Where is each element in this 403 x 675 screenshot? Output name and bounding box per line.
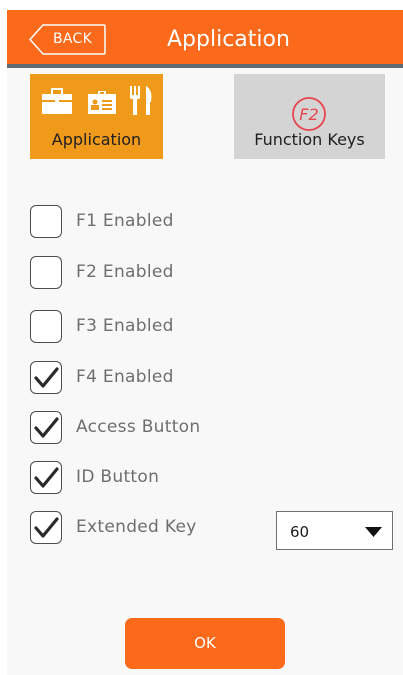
- option-f2-enabled[interactable]: F2 Enabled: [30, 256, 270, 290]
- f4-enabled-label: F4 Enabled: [76, 367, 174, 387]
- checkmark-icon: [34, 417, 59, 438]
- tab-application-label: Application: [51, 130, 142, 149]
- briefcase-icon: [42, 88, 72, 114]
- f2-enabled-label: F2 Enabled: [76, 262, 174, 282]
- tab-application-icons: [42, 86, 154, 116]
- option-f4-enabled[interactable]: F4 Enabled: [30, 361, 270, 395]
- f2-enabled-checkbox[interactable]: [30, 256, 62, 289]
- f3-enabled-label: F3 Enabled: [76, 316, 174, 336]
- id-card-icon: [88, 91, 116, 114]
- checkmark-icon: [34, 517, 59, 538]
- page-title: Application: [167, 27, 290, 52]
- option-extended-key[interactable]: Extended Key: [30, 511, 270, 545]
- utensils-icon: [130, 86, 152, 115]
- tab-function-keys-label: Function Keys: [254, 130, 365, 149]
- caret-down-icon: [365, 527, 382, 537]
- option-id-button[interactable]: ID Button: [30, 461, 270, 495]
- option-f1-enabled[interactable]: F1 Enabled: [30, 205, 270, 239]
- header-bar: BACK Application: [7, 10, 403, 68]
- tab-application[interactable]: Application: [30, 74, 163, 159]
- id-button-label: ID Button: [76, 467, 160, 487]
- extended-key-select-value: 60: [290, 523, 310, 541]
- extended-key-select[interactable]: 60: [276, 511, 393, 550]
- f4-enabled-checkbox[interactable]: [30, 361, 62, 394]
- back-button[interactable]: BACK: [29, 24, 106, 55]
- back-button-label: BACK: [53, 31, 93, 47]
- extended-key-label: Extended Key: [76, 517, 197, 537]
- tab-function-keys[interactable]: F2 Function Keys: [234, 74, 385, 159]
- f1-enabled-label: F1 Enabled: [76, 211, 174, 231]
- access-button-label: Access Button: [76, 417, 201, 437]
- checkmark-icon: [34, 367, 59, 388]
- f2-key-icon: F2: [292, 97, 326, 131]
- ok-button[interactable]: OK: [125, 618, 285, 669]
- f1-enabled-checkbox[interactable]: [30, 205, 62, 238]
- checkmark-icon: [34, 467, 59, 488]
- f3-enabled-checkbox[interactable]: [30, 310, 62, 343]
- ok-button-label: OK: [194, 634, 216, 652]
- option-access-button[interactable]: Access Button: [30, 411, 270, 445]
- app-screen: BACK Application Application F2 Function…: [7, 10, 403, 675]
- svg-text:F2: F2: [299, 105, 318, 124]
- extended-key-checkbox[interactable]: [30, 511, 62, 544]
- id-button-checkbox[interactable]: [30, 461, 62, 494]
- option-f3-enabled[interactable]: F3 Enabled: [30, 310, 270, 344]
- access-button-checkbox[interactable]: [30, 411, 62, 444]
